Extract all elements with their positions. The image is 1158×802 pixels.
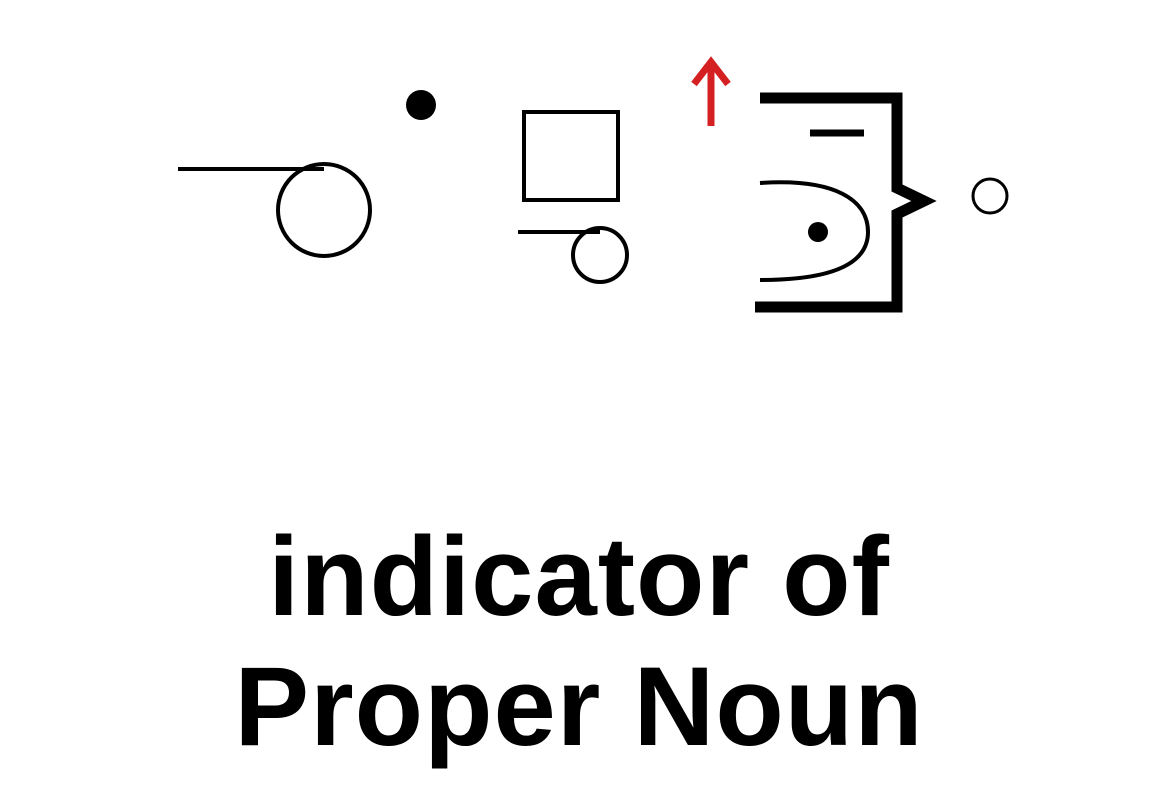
small-circle-icon [971, 177, 1009, 215]
up-arrow-icon [691, 56, 731, 126]
caption-line-2: Proper Noun [234, 644, 924, 769]
dot-icon [406, 90, 436, 120]
caption: indicator of Proper Noun [0, 512, 1158, 772]
bracket-half-circle-dot-icon [755, 92, 937, 313]
line-with-circle-icon [178, 162, 372, 258]
caption-line-1: indicator of [268, 514, 890, 639]
symbol-sequence [178, 56, 1009, 313]
square-over-small-line-circle-icon [518, 110, 629, 284]
